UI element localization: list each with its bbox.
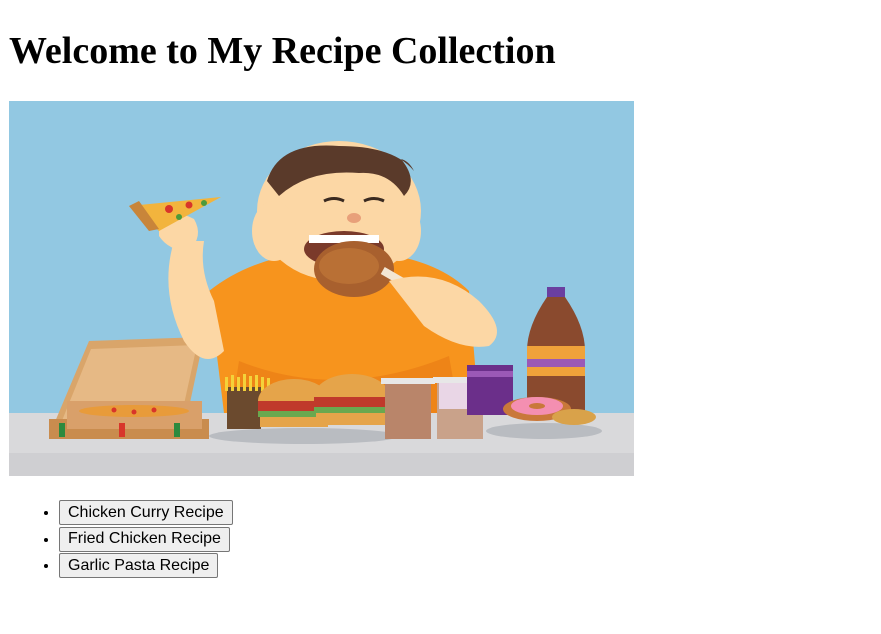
page-title: Welcome to My Recipe Collection bbox=[9, 30, 556, 72]
hero-image bbox=[9, 101, 634, 476]
garlic-pasta-recipe-button[interactable]: Garlic Pasta Recipe bbox=[59, 553, 219, 578]
list-item: Garlic Pasta Recipe bbox=[59, 553, 233, 580]
list-item: Fried Chicken Recipe bbox=[59, 526, 233, 554]
recipe-list: Chicken Curry Recipe Fried Chicken Recip… bbox=[0, 500, 233, 580]
fried-chicken-recipe-button[interactable]: Fried Chicken Recipe bbox=[59, 526, 230, 552]
list-item: Chicken Curry Recipe bbox=[59, 500, 233, 527]
chicken-curry-recipe-button[interactable]: Chicken Curry Recipe bbox=[59, 500, 233, 525]
